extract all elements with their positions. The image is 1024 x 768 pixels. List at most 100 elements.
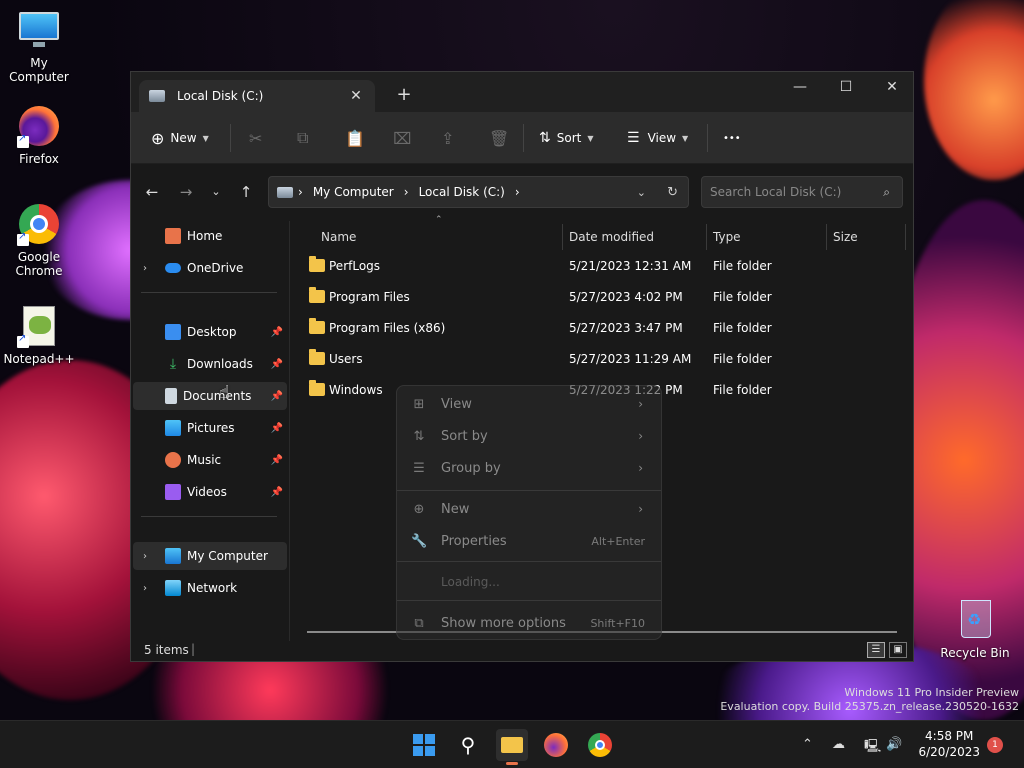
clock-time: 4:58 PM xyxy=(925,729,974,743)
close-window-button[interactable]: ✕ xyxy=(869,72,915,102)
recent-locations-chevron-icon[interactable]: ⌄ xyxy=(205,181,227,203)
item-count: 5 items xyxy=(144,643,189,657)
share-icon[interactable]: ⇪ xyxy=(441,126,454,150)
sort-button[interactable]: ⇅ Sort ▼ xyxy=(539,126,594,150)
tiles-view-icon[interactable]: ▣ xyxy=(889,642,907,658)
delete-icon[interactable]: 🗑 xyxy=(489,126,509,150)
menu-item-show-more-options[interactable]: ⧉ Show more options Shift+F10 xyxy=(397,607,661,639)
sidebar-item-onedrive[interactable]: › OneDrive xyxy=(133,254,287,282)
notification-badge[interactable]: 1 xyxy=(987,737,1003,753)
sidebar-item-desktop[interactable]: Desktop 📌 xyxy=(133,318,287,346)
desktop-icon-label: Recycle Bin xyxy=(940,646,1010,660)
refresh-icon[interactable]: ↻ xyxy=(667,185,678,200)
chrome-taskbar-button[interactable] xyxy=(584,729,616,761)
pane-splitter[interactable] xyxy=(289,221,290,641)
file-type: File folder xyxy=(713,259,772,273)
desktop-icon-my-computer[interactable]: My Computer xyxy=(0,8,78,84)
sidebar-item-label: Documents xyxy=(183,389,252,403)
new-button[interactable]: ⊕ New ▼ xyxy=(151,126,209,150)
volume-icon[interactable]: 🔊 xyxy=(886,737,902,752)
pictures-icon xyxy=(165,420,181,436)
show-hidden-icons-chevron-icon[interactable]: ⌃ xyxy=(802,737,813,752)
cut-icon[interactable]: ✂ xyxy=(249,126,262,150)
wallpaper-shape xyxy=(924,0,1024,180)
chevron-right-icon[interactable]: › xyxy=(143,263,157,274)
firefox-icon xyxy=(17,104,61,148)
sidebar-item-label: My Computer xyxy=(187,549,268,563)
file-type: File folder xyxy=(713,383,772,397)
search-input[interactable]: Search Local Disk (C:) ⌕ xyxy=(701,176,903,208)
close-tab-button[interactable]: ✕ xyxy=(345,88,367,104)
menu-item-properties[interactable]: 🔧 Properties Alt+Enter xyxy=(397,525,661,557)
firefox-icon xyxy=(544,733,568,757)
chevron-down-icon: ▼ xyxy=(587,133,594,143)
sidebar-item-home[interactable]: Home xyxy=(133,222,287,250)
table-row[interactable]: Users 5/27/2023 11:29 AM File folder xyxy=(299,346,899,372)
details-view-icon[interactable]: ☰ xyxy=(867,642,885,658)
rename-icon[interactable]: ⌧ xyxy=(393,126,411,150)
monitor-icon xyxy=(17,8,61,52)
folder-icon xyxy=(309,318,325,334)
cloud-offline-icon[interactable]: ☁ xyxy=(832,737,845,752)
chevron-right-icon[interactable]: › xyxy=(143,551,157,562)
mouse-cursor-icon: ☝ xyxy=(219,382,230,403)
chevron-right-icon: › xyxy=(638,429,643,443)
tab-local-disk[interactable]: Local Disk (C:) ✕ xyxy=(139,80,375,112)
recycle-bin-icon: ♻ xyxy=(953,598,997,642)
menu-item-view[interactable]: ⊞ View › xyxy=(397,388,661,420)
chevron-right-icon[interactable]: › xyxy=(143,583,157,594)
desktop-icon-recycle-bin[interactable]: ♻ Recycle Bin xyxy=(936,598,1014,660)
sidebar-item-documents[interactable]: Documents 📌 xyxy=(133,382,287,410)
group-icon: ☰ xyxy=(413,460,425,476)
table-row[interactable]: Program Files 5/27/2023 4:02 PM File fol… xyxy=(299,284,899,310)
command-bar: ⊕ New ▼ ✂ ⧉ 📋 ⌧ ⇪ 🗑 ⇅ Sort ▼ ☰ View ▼ ••… xyxy=(131,112,913,164)
forward-arrow-icon[interactable]: → xyxy=(175,181,197,203)
network-icon[interactable]: 🖳 xyxy=(864,737,881,759)
table-row[interactable]: PerfLogs 5/21/2023 12:31 AM File folder xyxy=(299,253,899,279)
address-bar[interactable]: › My Computer › Local Disk (C:) › ⌄ ↻ xyxy=(268,176,689,208)
paste-icon[interactable]: 📋 xyxy=(345,126,365,150)
firefox-taskbar-button[interactable] xyxy=(540,729,572,761)
minimize-button[interactable]: — xyxy=(777,72,823,102)
file-explorer-taskbar-button[interactable] xyxy=(496,729,528,765)
desktop-icon-notepadpp[interactable]: Notepad++ xyxy=(0,304,78,366)
view-button[interactable]: ☰ View ▼ xyxy=(627,126,688,150)
breadcrumb-local-disk[interactable]: Local Disk (C:) xyxy=(419,185,505,199)
menu-item-new[interactable]: ⊕ New › xyxy=(397,493,661,525)
menu-item-group-by[interactable]: ☰ Group by › xyxy=(397,452,661,484)
column-header-name[interactable]: Name xyxy=(321,224,356,250)
breadcrumb-my-computer[interactable]: My Computer xyxy=(313,185,394,199)
new-tab-button[interactable]: + xyxy=(393,84,415,105)
search-icon[interactable]: ⚲ xyxy=(452,729,484,761)
desktop-icon-label: My Computer xyxy=(9,56,69,84)
copy-icon[interactable]: ⧉ xyxy=(297,126,308,150)
desktop-icon xyxy=(165,324,181,340)
sidebar-item-music[interactable]: Music 📌 xyxy=(133,446,287,474)
more-options-button[interactable]: ••• xyxy=(723,126,741,150)
sidebar-item-my-computer[interactable]: › My Computer xyxy=(133,542,287,570)
os-watermark: Windows 11 Pro Insider Preview Evaluatio… xyxy=(720,686,1019,714)
new-label: New xyxy=(170,131,197,145)
pin-icon: 📌 xyxy=(270,454,283,466)
menu-item-sort-by[interactable]: ⇅ Sort by › xyxy=(397,420,661,452)
folder-icon xyxy=(309,349,325,365)
column-header-date[interactable]: Date modified xyxy=(569,224,654,250)
chevron-right-icon: › xyxy=(638,461,643,475)
back-arrow-icon[interactable]: ← xyxy=(141,181,163,203)
column-header-size[interactable]: Size xyxy=(833,224,858,250)
sidebar-item-videos[interactable]: Videos 📌 xyxy=(133,478,287,506)
column-header-type[interactable]: Type xyxy=(713,224,741,250)
address-dropdown-chevron-icon[interactable]: ⌄ xyxy=(637,186,646,199)
wrench-icon: 🔧 xyxy=(411,533,428,549)
sidebar-item-downloads[interactable]: ⤓ Downloads 📌 xyxy=(133,350,287,378)
up-arrow-icon[interactable]: ↑ xyxy=(235,181,257,203)
sidebar-item-network[interactable]: › Network xyxy=(133,574,287,602)
desktop-icon-chrome[interactable]: Google Chrome xyxy=(0,202,78,278)
view-label: View xyxy=(647,131,677,145)
sidebar-item-pictures[interactable]: Pictures 📌 xyxy=(133,414,287,442)
table-row[interactable]: Program Files (x86) 5/27/2023 3:47 PM Fi… xyxy=(299,315,899,341)
maximize-button[interactable]: ☐ xyxy=(823,72,869,102)
start-button[interactable] xyxy=(408,729,440,761)
clock[interactable]: 4:58 PM 6/20/2023 xyxy=(918,728,980,760)
desktop-icon-firefox[interactable]: Firefox xyxy=(0,104,78,166)
